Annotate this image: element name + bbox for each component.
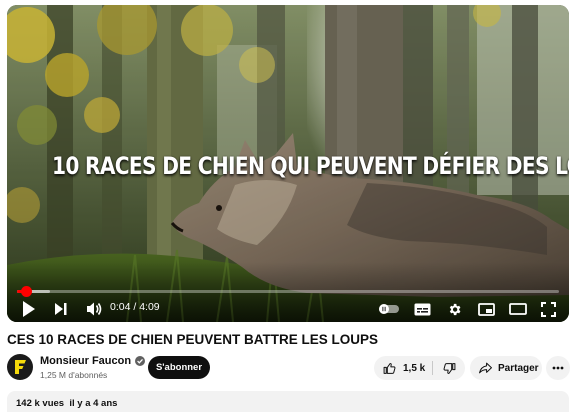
miniplayer-button[interactable] [475,298,497,320]
fullscreen-icon [540,301,556,317]
duration: 4:09 [139,301,160,313]
subscriber-count: 1,25 M d'abonnés [40,370,108,380]
description-meta: 142 k vues il y a 4 ans [16,398,117,409]
fullscreen-button[interactable] [537,298,559,320]
subtitles-icon [414,303,430,315]
thumbs-up-icon [383,362,396,374]
channel-avatar[interactable] [7,354,33,380]
share-button[interactable]: Partager [470,356,542,380]
verified-check-icon [135,356,146,366]
next-button[interactable] [51,298,71,320]
like-count: 1,5 k [403,362,426,374]
description-box[interactable]: 142 k vues il y a 4 ans [7,391,569,412]
video-title: CES 10 RACES DE CHIEN PEUVENT BATTRE LES… [7,332,379,347]
share-icon [479,362,492,374]
dislike-button[interactable] [433,356,465,380]
view-count: 142 k vues [16,398,65,409]
current-time: 0:04 [110,301,131,313]
play-button[interactable] [19,298,39,320]
channel-name-row[interactable]: Monsieur Faucon [40,355,146,367]
settings-icon [449,303,460,315]
settings-button[interactable] [443,298,465,320]
video-overlay-title: 10 RACES DE CHIEN QUI PEUVENT DÉFIER DES… [51,152,569,180]
time-display: 0:04 / 4:09 [110,301,160,313]
autoplay-toggle-icon [379,304,399,314]
progress-scrubber[interactable] [20,286,32,297]
miniplayer-icon [477,302,495,316]
volume-button[interactable] [83,298,105,320]
upload-date: il y a 4 ans [69,398,118,409]
time-separator: / [130,301,140,313]
share-label: Partager [498,362,539,374]
theater-icon [509,303,527,315]
play-icon [23,301,35,317]
like-button[interactable]: 1,5 k [374,356,432,380]
theater-mode-button[interactable] [507,298,529,320]
like-dislike-group: 1,5 k [374,356,465,380]
video-player[interactable]: 10 RACES DE CHIEN QUI PEUVENT DÉFIER DES… [7,5,569,322]
autoplay-toggle[interactable] [377,298,401,320]
next-icon [55,303,67,315]
volume-icon [86,302,101,316]
channel-name[interactable]: Monsieur Faucon [40,355,131,367]
progress-bar[interactable] [17,286,559,297]
subtitles-button[interactable] [411,298,433,320]
thumbs-down-icon [443,362,455,374]
channel-logo-icon [15,360,26,374]
subscribe-button[interactable]: S'abonner [148,356,210,379]
more-actions-button[interactable] [546,356,570,380]
more-horizontal-icon [552,366,564,370]
